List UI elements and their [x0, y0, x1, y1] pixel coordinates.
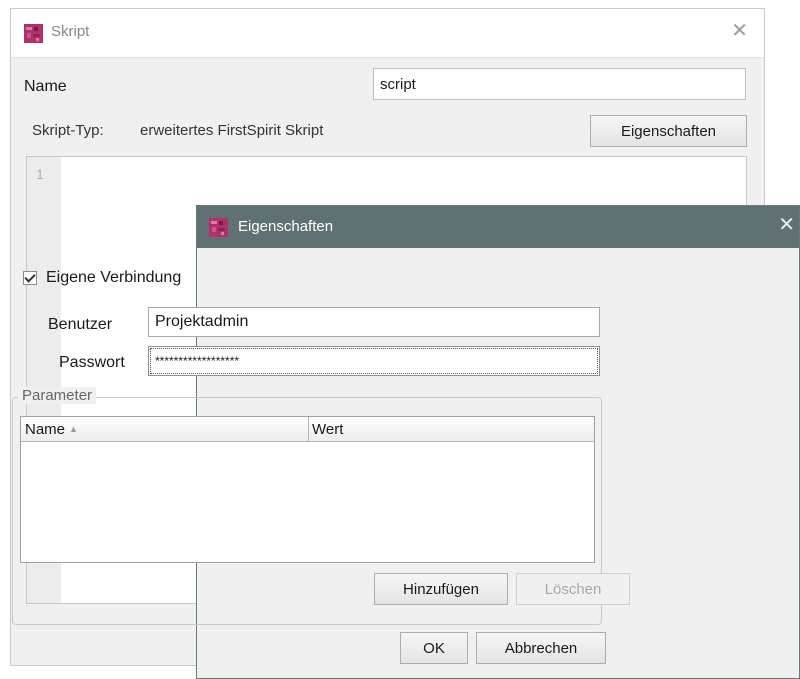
ok-button[interactable]: OK [400, 632, 468, 664]
password-label: Passwort [59, 354, 125, 371]
skript-titlebar: Skript ✕ [11, 9, 764, 58]
firstspirit-logo-icon [209, 218, 228, 237]
close-icon[interactable]: ✕ [778, 215, 795, 235]
column-divider[interactable] [308, 417, 309, 441]
dialog-titlebar: Eigenschaften ✕ [197, 206, 799, 248]
properties-button[interactable]: Eigenschaften [590, 115, 747, 147]
column-header-name[interactable]: Name ▲ [25, 421, 78, 438]
script-name-input[interactable] [373, 68, 746, 100]
dialog-title: Eigenschaften [238, 218, 334, 235]
sort-asc-icon: ▲ [69, 424, 78, 434]
user-input[interactable] [148, 307, 600, 337]
script-type-label: Skript-Typ: [32, 122, 104, 139]
own-connection-label: Eigene Verbindung [46, 269, 182, 286]
parameter-legend: Parameter [18, 387, 97, 404]
delete-parameter-button[interactable]: Löschen [516, 573, 630, 605]
column-header-name-label: Name [25, 421, 66, 438]
script-type-value: erweitertes FirstSpirit Skript [140, 122, 324, 139]
cancel-button[interactable]: Abbrechen [476, 632, 606, 664]
add-parameter-button[interactable]: Hinzufügen [374, 573, 508, 605]
parameter-table[interactable]: Name ▲ Wert [20, 416, 595, 563]
user-label: Benutzer [48, 316, 113, 333]
own-connection-checkbox[interactable] [23, 271, 37, 285]
password-input[interactable] [148, 346, 600, 376]
name-label: Name [24, 78, 67, 95]
firstspirit-logo-icon [24, 24, 43, 43]
table-header: Name ▲ Wert [21, 417, 594, 442]
skript-window-title: Skript [51, 23, 90, 40]
close-icon[interactable]: ✕ [731, 21, 748, 41]
column-header-value[interactable]: Wert [312, 421, 343, 438]
line-number: 1 [36, 166, 44, 182]
